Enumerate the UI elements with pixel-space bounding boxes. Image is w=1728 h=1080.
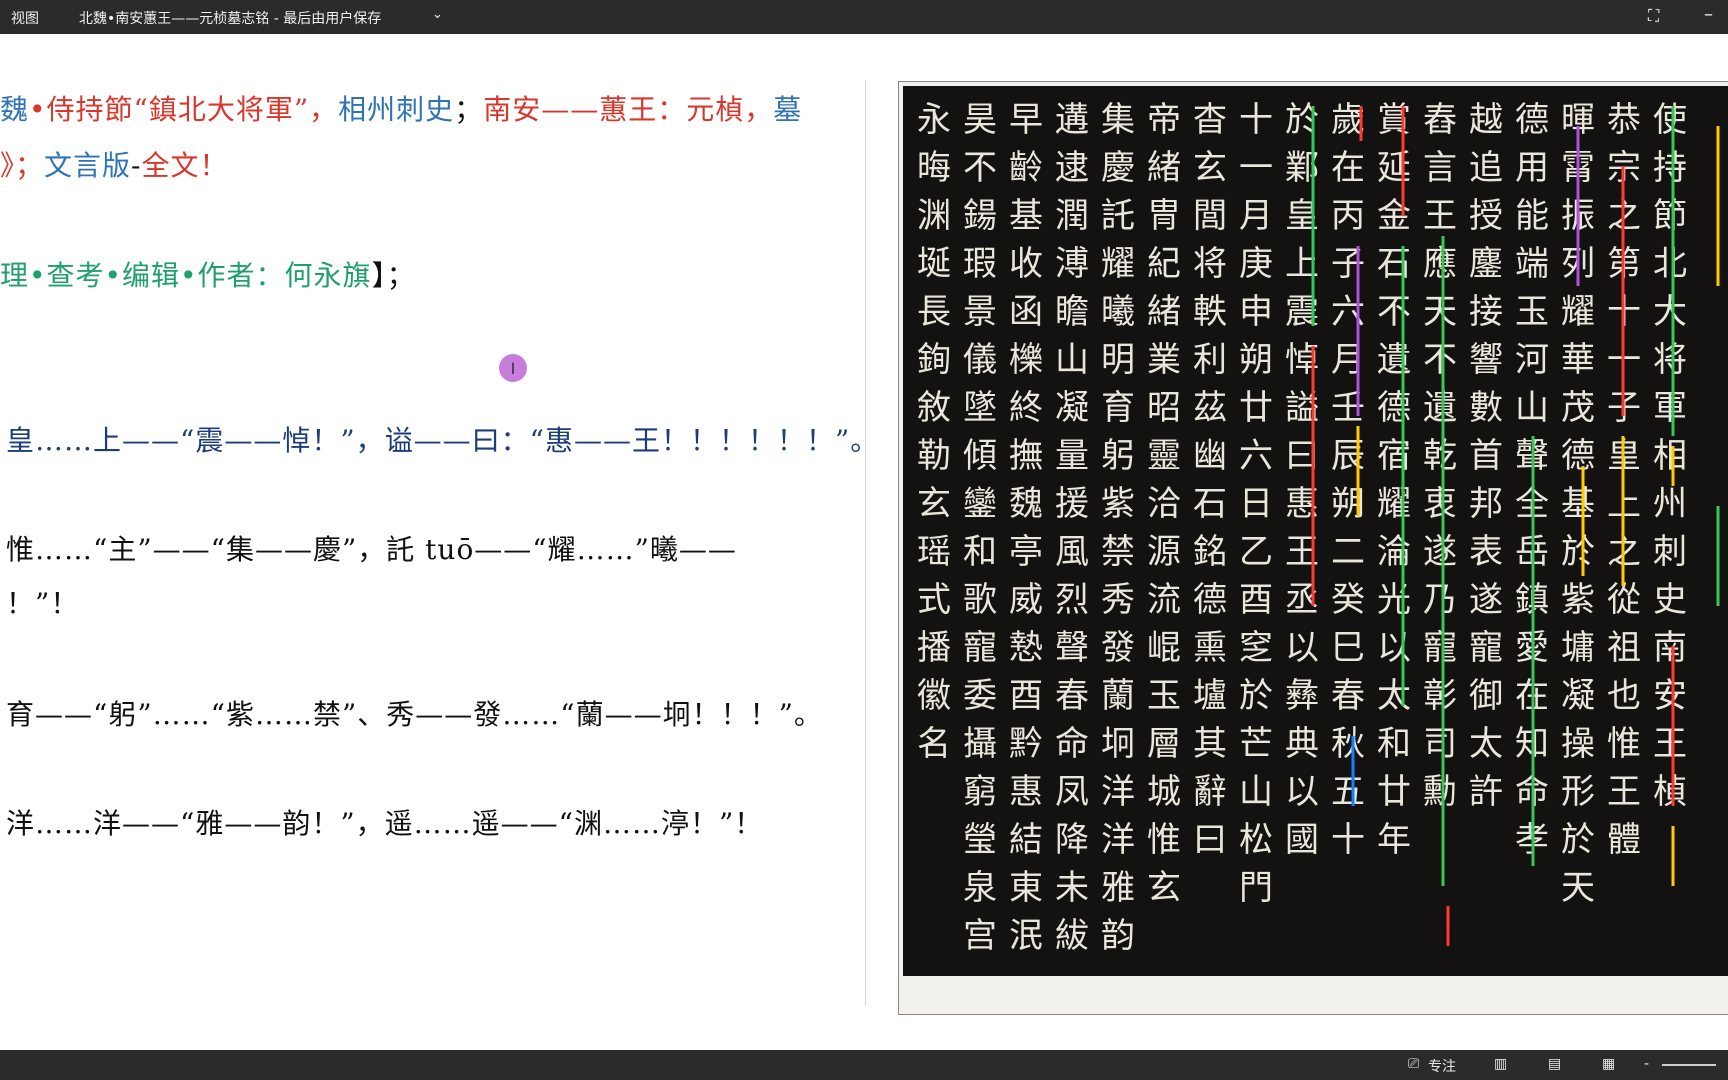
doc-line-1: 魏•侍持節“鎮北大将軍”，相州刺史；南安——蕙王：元楨，墓 xyxy=(0,88,802,128)
page-divider xyxy=(865,80,866,1005)
chevron-down-icon[interactable]: ⌄ xyxy=(432,7,443,22)
paragraph-4: 洋……洋——“雅——韵！”，遥……遥——“渊……渟！”！ xyxy=(6,807,764,840)
document-page[interactable]: 魏•侍持節“鎮北大将軍”，相州刺史；南安——蕙王：元楨，墓 》；文言版-全文！ … xyxy=(0,34,866,1050)
doc-line-3: 理•查考•编辑•作者：何永旗】； xyxy=(0,254,416,294)
text-run: ； xyxy=(454,93,484,126)
text-cursor-icon: I xyxy=(499,354,527,382)
text-run: 理•查考•编辑•作者：何永旗 xyxy=(0,259,372,292)
title-bar: 视图 北魏•南安蕙王——元桢墓志铭 - 最后由用户保存 ⌄ ⛶ – xyxy=(0,0,1728,34)
view-menu[interactable]: 视图 xyxy=(11,8,39,28)
print-layout-icon[interactable]: ▤ xyxy=(1548,1056,1561,1072)
paragraph-3: 育——“躬”……“紫……禁”、秀——發……“蘭——坰！！！”。 xyxy=(6,698,823,731)
cursor-glyph: I xyxy=(510,358,516,378)
paragraph-2a: 惟……“主”——“集——慶”，託 tuō——“耀……”曦—— xyxy=(6,533,737,566)
focus-mode-icon[interactable]: ⎚ xyxy=(1408,1056,1419,1072)
zoom-slider[interactable] xyxy=(1662,1064,1716,1066)
zoom-out-button[interactable]: - xyxy=(1644,1056,1649,1072)
text-run: 相州刺史 xyxy=(338,93,455,126)
web-layout-icon[interactable]: ▦ xyxy=(1602,1056,1615,1072)
paragraph-1: 皇……上——“震——悼！”，谥——曰：“惠——王！！！！！！”。 xyxy=(6,424,866,457)
text-run: 文言版 xyxy=(44,149,132,182)
document-title[interactable]: 北魏•南安蕙王——元桢墓志铭 - 最后由用户保存 xyxy=(79,8,381,28)
status-bar: ⎚ 专注 ▥ ▤ ▦ - xyxy=(0,1050,1728,1080)
text-run: 墓 xyxy=(773,93,803,126)
text-run: 全文！ xyxy=(141,149,229,182)
annotation-arrows xyxy=(1311,106,1720,946)
stele-rubbing-image[interactable]: 使持節北大将軍相州刺史南安王楨恭宗之第十一子皇上之從祖也惟王體暉霄振列耀華茂德基… xyxy=(903,86,1728,976)
read-mode-icon[interactable]: ▥ xyxy=(1494,1056,1507,1072)
text-run: 】； xyxy=(371,259,416,292)
text-run: 》； xyxy=(0,149,45,182)
text-run: 南安——蕙王：元楨， xyxy=(483,93,774,126)
focus-mode-label[interactable]: 专注 xyxy=(1428,1056,1456,1076)
fullscreen-icon[interactable]: ⛶ xyxy=(1648,6,1659,26)
text-run: •侍持節“鎮北大将軍”， xyxy=(29,93,339,126)
minimize-icon[interactable]: – xyxy=(1704,4,1713,25)
text-run: - xyxy=(131,149,142,182)
doc-line-2: 》；文言版-全文！ xyxy=(0,144,229,184)
paragraph-2b: ！”！ xyxy=(6,587,80,620)
text-run: 魏 xyxy=(0,93,30,126)
